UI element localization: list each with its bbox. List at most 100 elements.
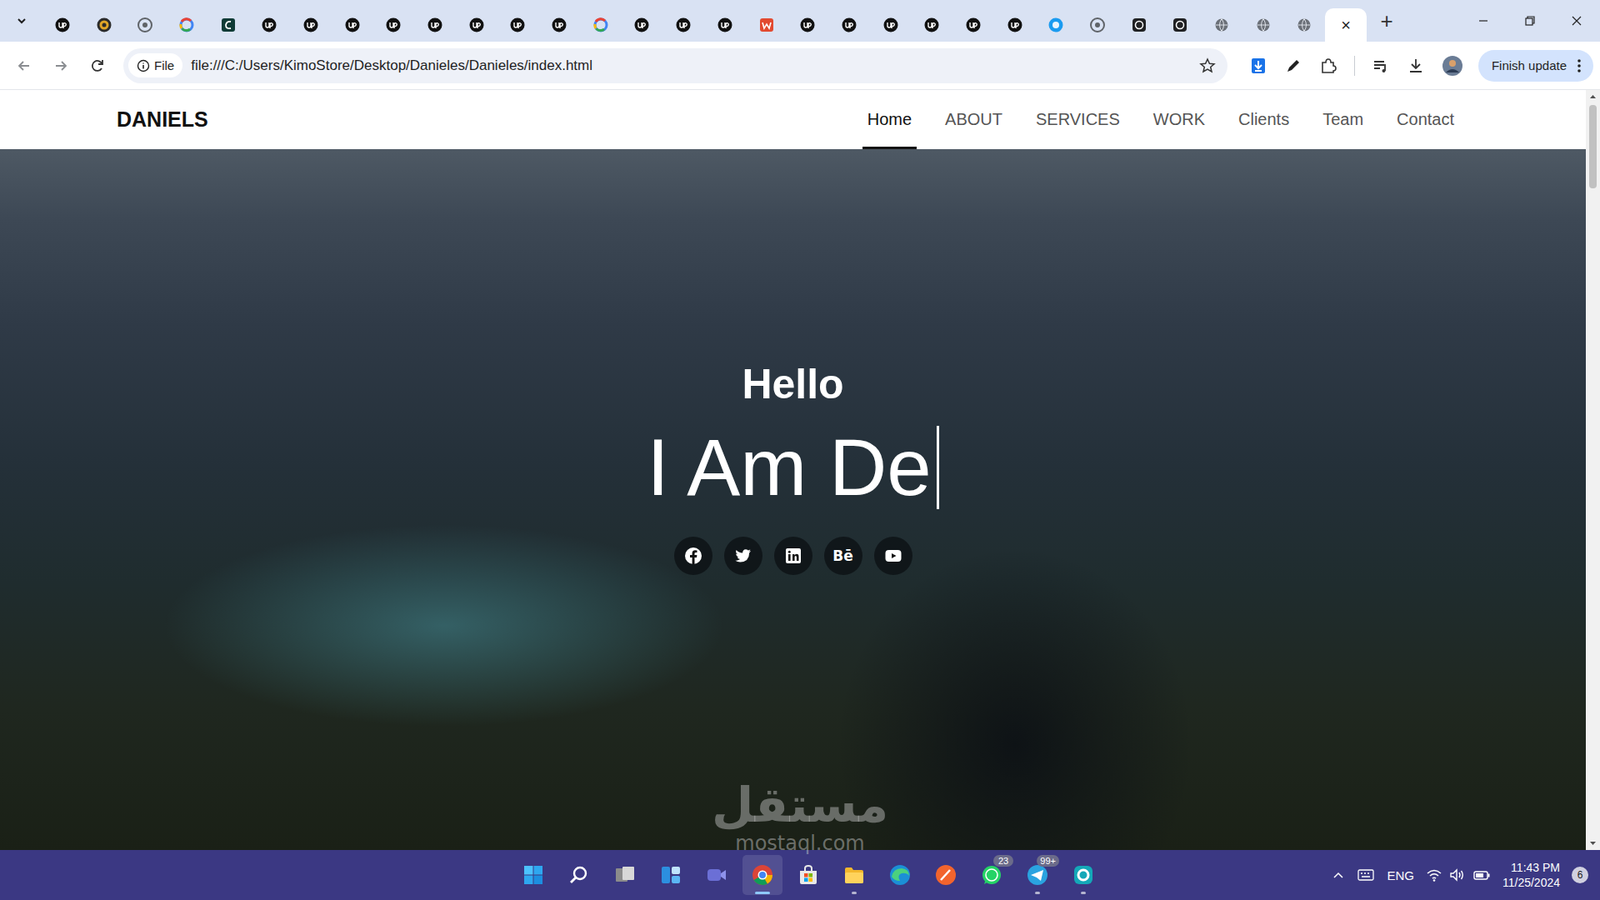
browser-tab[interactable] bbox=[994, 8, 1036, 42]
browser-tab[interactable] bbox=[455, 8, 498, 42]
browser-tab[interactable] bbox=[870, 8, 912, 42]
bookmark-star-icon[interactable] bbox=[1199, 57, 1216, 75]
notification-count[interactable]: 6 bbox=[1571, 866, 1589, 884]
browser-tab[interactable] bbox=[910, 8, 953, 42]
browser-tab[interactable] bbox=[331, 8, 374, 42]
reload-icon bbox=[89, 57, 106, 75]
browser-tab[interactable] bbox=[207, 8, 250, 42]
taskbar-app[interactable] bbox=[513, 855, 554, 895]
browser-tab[interactable] bbox=[1160, 8, 1202, 42]
page-scrollbar[interactable] bbox=[1585, 90, 1600, 850]
typed-text: I Am De bbox=[646, 419, 931, 515]
upwork-icon bbox=[883, 17, 899, 33]
nav-link[interactable]: ABOUT bbox=[940, 90, 1008, 150]
browser-tab[interactable] bbox=[580, 8, 622, 42]
taskbar-app[interactable] bbox=[834, 855, 875, 895]
browser-tab[interactable] bbox=[621, 8, 664, 42]
taskbar-app[interactable]: 99+ bbox=[1017, 855, 1058, 895]
browser-tab[interactable] bbox=[124, 8, 166, 42]
nav-link[interactable]: Team bbox=[1317, 90, 1369, 150]
browser-tab[interactable] bbox=[1035, 8, 1078, 42]
nav-link[interactable]: Home bbox=[862, 90, 917, 150]
upwork-icon bbox=[1007, 17, 1023, 33]
browser-tab[interactable] bbox=[828, 8, 870, 42]
hero-section: HelloI Am DeBē bbox=[0, 149, 1586, 850]
downloads-icon[interactable] bbox=[1406, 56, 1425, 75]
pen-extension-icon[interactable] bbox=[1284, 56, 1303, 75]
quick-settings[interactable] bbox=[1425, 867, 1491, 883]
generic-icon bbox=[1090, 17, 1105, 33]
tab-search-button[interactable] bbox=[6, 6, 37, 35]
browser-tab[interactable] bbox=[1118, 8, 1160, 42]
system-tray: ENG 11:43 PM11/25/2024 6 bbox=[1331, 860, 1600, 890]
browser-tab[interactable] bbox=[662, 8, 705, 42]
clock[interactable]: 11:43 PM11/25/2024 bbox=[1502, 860, 1560, 890]
taskbar-app[interactable] bbox=[742, 855, 783, 895]
browser-tab[interactable]: × bbox=[1325, 8, 1367, 42]
address-bar[interactable]: Filefile:///C:/Users/KimoStore/Desktop/D… bbox=[123, 48, 1228, 84]
task-view-icon bbox=[613, 863, 637, 887]
forward-button[interactable] bbox=[45, 50, 77, 82]
restore-button[interactable] bbox=[1506, 0, 1554, 42]
nav-link[interactable]: Clients bbox=[1233, 90, 1295, 150]
taskbar-app[interactable] bbox=[605, 855, 645, 895]
minimize-button[interactable] bbox=[1460, 0, 1507, 42]
nav-link[interactable]: SERVICES bbox=[1030, 90, 1125, 150]
scroll-up-icon[interactable] bbox=[1589, 93, 1597, 100]
browser-tab[interactable] bbox=[165, 8, 208, 42]
browser-tab[interactable] bbox=[1076, 8, 1119, 42]
back-button[interactable] bbox=[8, 50, 40, 82]
browser-tab[interactable] bbox=[290, 8, 332, 42]
reload-button[interactable] bbox=[81, 50, 114, 82]
new-tab-button[interactable]: + bbox=[1370, 8, 1404, 35]
taskbar-app[interactable] bbox=[788, 855, 829, 895]
nav-link[interactable]: Contact bbox=[1391, 90, 1460, 150]
whatsapp-icon bbox=[980, 863, 1004, 887]
hero-content: HelloI Am DeBē bbox=[646, 149, 939, 850]
taskbar-app[interactable]: 23 bbox=[971, 855, 1012, 895]
tab-close-button[interactable]: × bbox=[1340, 16, 1351, 34]
scroll-down-icon[interactable] bbox=[1589, 840, 1597, 847]
keyboard-icon[interactable] bbox=[1356, 867, 1375, 883]
taskbar-app[interactable] bbox=[925, 855, 966, 895]
site-logo[interactable]: DANIELS bbox=[116, 107, 209, 132]
browser-tab[interactable] bbox=[704, 8, 746, 42]
social-link[interactable] bbox=[774, 536, 813, 575]
social-link[interactable] bbox=[874, 536, 913, 575]
browser-tab[interactable] bbox=[373, 8, 415, 42]
puzzle-icon[interactable] bbox=[1319, 56, 1338, 75]
taskbar-app[interactable] bbox=[880, 855, 920, 895]
downloader-extension-icon[interactable] bbox=[1249, 56, 1268, 75]
browser-tab[interactable] bbox=[1284, 8, 1326, 42]
scrollbar-thumb[interactable] bbox=[1589, 105, 1597, 189]
show-hidden-icons-icon[interactable] bbox=[1331, 868, 1345, 882]
media-control-icon[interactable] bbox=[1371, 56, 1390, 75]
taskbar-app[interactable] bbox=[559, 855, 600, 895]
close-window-button[interactable] bbox=[1553, 0, 1600, 42]
blue-icon bbox=[1048, 17, 1064, 33]
browser-tab[interactable] bbox=[414, 8, 456, 42]
social-link[interactable]: Bē bbox=[824, 536, 863, 575]
browser-tab[interactable] bbox=[248, 8, 290, 42]
browser-tab[interactable] bbox=[952, 8, 995, 42]
site-info-chip[interactable]: File bbox=[128, 53, 183, 78]
browser-tab[interactable] bbox=[1242, 8, 1285, 42]
browser-tab[interactable] bbox=[538, 8, 580, 42]
taskbar-app[interactable] bbox=[650, 855, 691, 895]
nav-link[interactable]: WORK bbox=[1148, 90, 1210, 150]
browser-tab[interactable] bbox=[745, 8, 788, 42]
profile-avatar-icon[interactable] bbox=[1441, 55, 1464, 77]
taskbar-app[interactable] bbox=[696, 855, 737, 895]
finish-update-button[interactable]: Finish update bbox=[1478, 50, 1594, 82]
browser-tab[interactable] bbox=[83, 8, 125, 42]
taskbar-app[interactable] bbox=[1063, 855, 1104, 895]
social-link[interactable] bbox=[674, 536, 713, 575]
browser-tab[interactable] bbox=[786, 8, 829, 42]
browser-tab[interactable] bbox=[41, 8, 84, 42]
input-language[interactable]: ENG bbox=[1386, 868, 1415, 883]
notification-badge: 99+ bbox=[1036, 855, 1060, 867]
notification-badge: 23 bbox=[993, 855, 1014, 867]
browser-tab[interactable] bbox=[497, 8, 540, 42]
social-link[interactable] bbox=[724, 536, 763, 575]
browser-tab[interactable] bbox=[1200, 8, 1243, 42]
